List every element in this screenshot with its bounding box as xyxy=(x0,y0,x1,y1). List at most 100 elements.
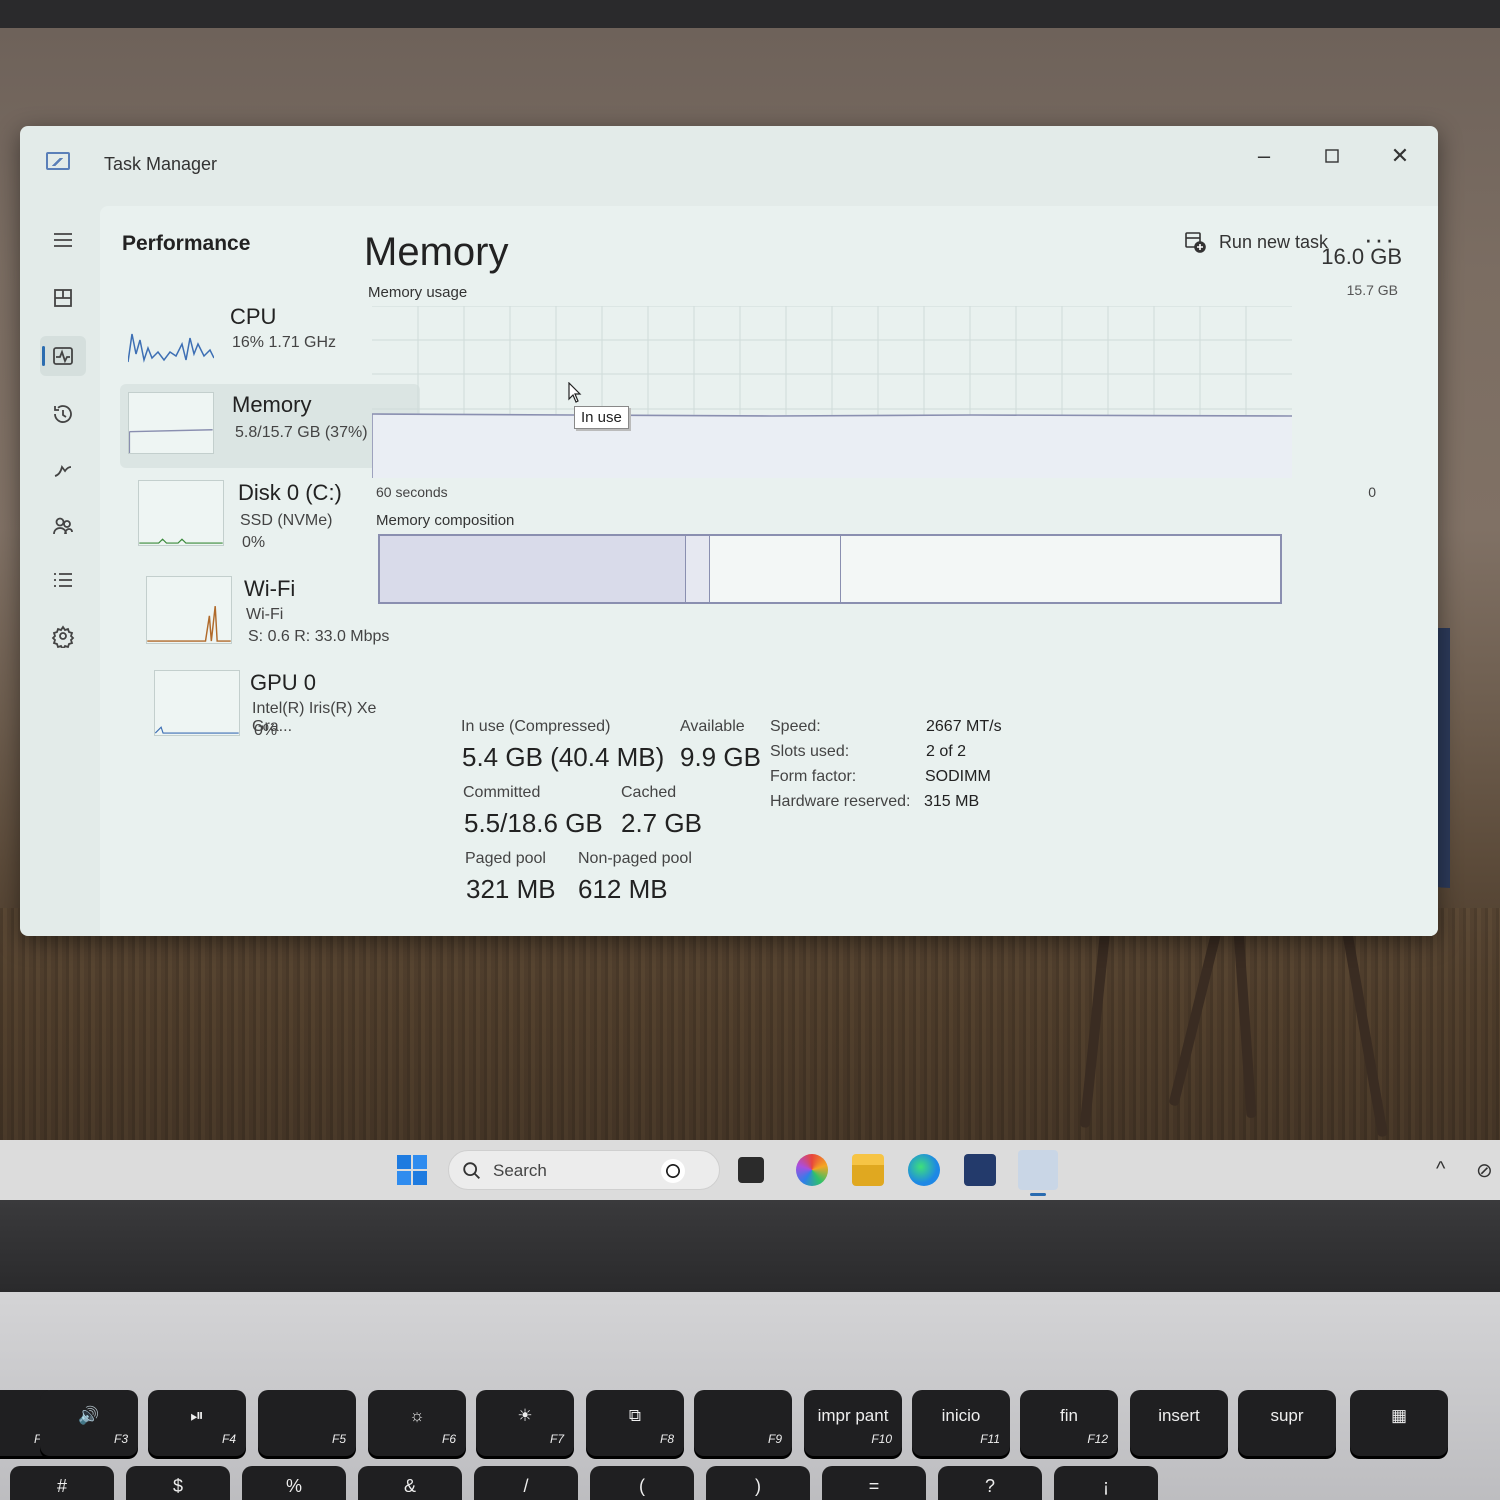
users-icon[interactable] xyxy=(40,506,86,546)
perf-item-name: Disk 0 (C:) xyxy=(238,480,342,505)
memory-composition-label: Memory composition xyxy=(376,512,515,529)
perf-item-usage: 0% xyxy=(254,722,278,739)
perf-item-detail: 16% 1.71 GHz xyxy=(232,334,337,351)
key-label: insert xyxy=(1158,1406,1200,1425)
disk-sparkline xyxy=(138,480,224,546)
task-manager-window: Task Manager – ✕ Performance Run new tas… xyxy=(20,126,1438,936)
key-label: supr xyxy=(1270,1406,1304,1425)
wallpaper-grass xyxy=(0,908,1500,1140)
key-fn-label: F7 xyxy=(549,1432,564,1446)
key-label: ¡ xyxy=(1103,1476,1109,1496)
perf-item-name: Memory xyxy=(232,392,312,417)
details-icon[interactable] xyxy=(40,560,86,600)
perf-item-name: GPU 0 xyxy=(250,670,317,695)
key-fn-label: F5 xyxy=(331,1432,346,1446)
minimize-button[interactable]: – xyxy=(1244,136,1284,176)
key-label: ) xyxy=(755,1476,761,1496)
maximize-button[interactable] xyxy=(1312,136,1352,176)
cached-value: 2.7 GB xyxy=(621,808,702,838)
key-label: ⧉ xyxy=(628,1406,642,1425)
network-icon[interactable]: ⊘ xyxy=(1476,1158,1493,1183)
speed-label: Speed: xyxy=(770,718,821,735)
keyboard-key: $ xyxy=(126,1466,230,1500)
perf-item-detail: Intel(R) Iris(R) Xe Gra... xyxy=(252,700,377,735)
app-history-icon[interactable] xyxy=(40,394,86,434)
edge-icon[interactable] xyxy=(908,1154,940,1186)
paged-pool-value: 321 MB xyxy=(466,874,556,904)
in-use-value: 5.4 GB (40.4 MB) xyxy=(462,742,665,772)
key-label: ( xyxy=(639,1476,645,1496)
graph-axis-right: 0 xyxy=(1368,484,1376,500)
memory-usage-label: Memory usage xyxy=(368,284,468,301)
memory-title: Memory xyxy=(364,230,509,274)
keyboard-key: ? xyxy=(938,1466,1042,1500)
non-paged-pool-label: Non-paged pool xyxy=(578,850,692,867)
perf-item-detail: 5.8/15.7 GB (37%) xyxy=(235,424,368,441)
available-label: Available xyxy=(680,718,745,735)
hardware-reserved-value: 315 MB xyxy=(924,793,980,810)
windows-start-icon[interactable] xyxy=(396,1154,428,1186)
keyboard-key: ) xyxy=(706,1466,810,1500)
perf-item-wifi[interactable]: Wi-Fi Wi-Fi S: 0.6 R: 33.0 Mbps xyxy=(120,568,420,652)
keyboard-key: % xyxy=(242,1466,346,1500)
processes-icon[interactable] xyxy=(40,278,86,318)
close-button[interactable]: ✕ xyxy=(1380,136,1420,176)
show-hidden-icons-chevron-icon[interactable]: ^ xyxy=(1436,1158,1445,1181)
page-title: Performance xyxy=(122,232,251,255)
keyboard-key: / xyxy=(474,1466,578,1500)
store-icon[interactable] xyxy=(964,1154,996,1186)
search-placeholder: Search xyxy=(493,1161,547,1180)
task-view-icon[interactable] xyxy=(738,1157,764,1183)
cpu-sparkline xyxy=(128,333,214,363)
perf-item-gpu[interactable]: GPU 0 Intel(R) Iris(R) Xe Gra... 0% xyxy=(120,662,420,746)
graph-axis-left: 60 seconds xyxy=(376,484,448,500)
keyboard-key: ☼ F6 xyxy=(368,1390,466,1456)
key-fn-label: F9 xyxy=(767,1432,782,1446)
key-label: = xyxy=(868,1476,880,1496)
taskbar-search[interactable]: Search xyxy=(448,1150,720,1190)
key-label: ▦ xyxy=(1390,1406,1408,1425)
keyboard-key: F9 xyxy=(694,1390,792,1456)
keyboard-key: = xyxy=(822,1466,926,1500)
composition-in-use xyxy=(380,536,686,602)
perf-item-detail: Wi-Fi xyxy=(246,606,284,623)
title-bar[interactable]: Task Manager – ✕ xyxy=(20,126,1438,198)
hamburger-menu-icon[interactable] xyxy=(40,220,86,260)
perf-item-name: CPU xyxy=(230,304,277,329)
task-manager-icon[interactable] xyxy=(1018,1150,1058,1196)
perf-item-throughput: S: 0.6 R: 33.0 Mbps xyxy=(248,628,390,645)
key-label: inicio xyxy=(941,1406,981,1425)
performance-icon[interactable] xyxy=(40,336,86,376)
keyboard-key: 🔊 F3 xyxy=(40,1390,138,1456)
keyboard-key: ¡ xyxy=(1054,1466,1158,1500)
composition-modified xyxy=(686,536,711,602)
perf-item-disk[interactable]: Disk 0 (C:) SSD (NVMe) 0% xyxy=(120,472,420,556)
key-label: & xyxy=(403,1476,416,1496)
keyboard-key: ⧉ F8 xyxy=(586,1390,684,1456)
key-label: ☀ xyxy=(517,1406,533,1425)
key-label: / xyxy=(523,1476,529,1496)
key-label: % xyxy=(285,1476,302,1496)
perf-item-name: Wi-Fi xyxy=(244,576,296,601)
key-label: ☼ xyxy=(409,1406,425,1425)
keyboard-key: inicio F11 xyxy=(912,1390,1010,1456)
keyboard-key: ☀ F7 xyxy=(476,1390,574,1456)
form-factor-value: SODIMM xyxy=(925,768,991,785)
key-label: ? xyxy=(984,1476,995,1496)
startup-apps-icon[interactable] xyxy=(40,450,86,490)
keyboard-key: supr xyxy=(1238,1390,1336,1456)
run-new-task-button[interactable]: Run new task xyxy=(1183,230,1328,254)
run-task-icon xyxy=(1185,232,1206,253)
keyboard-key: ⏯ F4 xyxy=(148,1390,246,1456)
file-explorer-icon[interactable] xyxy=(852,1154,884,1186)
perf-item-usage: 0% xyxy=(242,534,266,551)
keyboard-key: & xyxy=(358,1466,462,1500)
key-fn-label: F6 xyxy=(441,1432,456,1446)
speed-value: 2667 MT/s xyxy=(926,718,1002,735)
copilot-icon[interactable] xyxy=(796,1154,828,1186)
key-fn-label: F12 xyxy=(1087,1432,1108,1446)
window-title: Task Manager xyxy=(104,154,218,174)
key-fn-label: F3 xyxy=(113,1432,128,1446)
key-fn-label: F11 xyxy=(980,1432,1000,1446)
services-icon[interactable] xyxy=(40,616,86,656)
